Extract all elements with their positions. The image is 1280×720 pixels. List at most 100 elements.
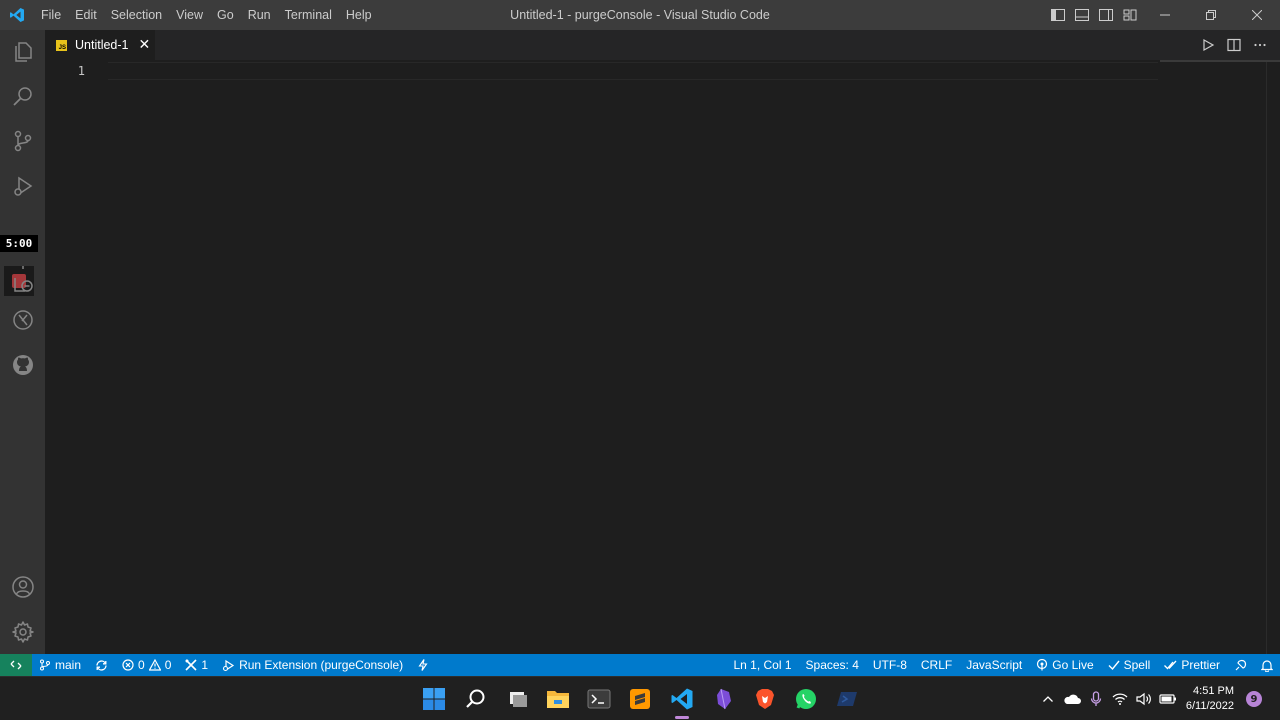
github-icon[interactable] — [0, 343, 45, 387]
sync-button[interactable] — [88, 654, 115, 676]
battery-icon[interactable] — [1156, 687, 1180, 711]
indentation[interactable]: Spaces: 4 — [799, 654, 866, 676]
obsidian-icon[interactable] — [709, 684, 739, 714]
title-bar: File Edit Selection View Go Run Terminal… — [0, 0, 1280, 30]
taskbar-search-icon[interactable] — [461, 684, 491, 714]
language-mode[interactable]: JavaScript — [959, 654, 1029, 676]
spell-label: Spell — [1123, 658, 1151, 672]
run-file-icon[interactable] — [1198, 35, 1218, 55]
javascript-file-icon: JS — [56, 39, 67, 51]
git-branch-icon — [40, 659, 50, 671]
menu-selection[interactable]: Selection — [104, 0, 169, 30]
bell-icon — [1261, 659, 1273, 672]
toggle-secondary-sidebar-icon[interactable] — [1096, 5, 1116, 25]
error-icon — [122, 659, 134, 671]
file-encoding[interactable]: UTF-8 — [866, 654, 914, 676]
menu-go[interactable]: Go — [210, 0, 241, 30]
settings-gear-icon[interactable] — [0, 610, 45, 654]
clock-date: 6/11/2022 — [1185, 700, 1234, 712]
remote-indicator-icon[interactable] — [0, 654, 32, 676]
timeline-icon[interactable] — [0, 298, 45, 342]
editor-tabs: JS Untitled-1 ✕ — [45, 30, 1280, 60]
brave-browser-icon[interactable] — [750, 684, 780, 714]
error-count: 0 — [138, 658, 145, 672]
system-clock[interactable]: 4:51 PM 6/11/2022 — [1186, 684, 1234, 714]
menu-bar: File Edit Selection View Go Run Terminal… — [34, 0, 379, 30]
clock-time: 4:51 PM — [1193, 685, 1234, 697]
editor-actions — [1198, 30, 1270, 60]
volume-icon[interactable] — [1132, 687, 1156, 711]
activity-bar: 5:00 — [0, 30, 45, 654]
tab-label: Untitled-1 — [75, 38, 129, 52]
powershell-icon[interactable] — [832, 684, 862, 714]
minimap-edge — [1160, 60, 1280, 62]
go-live-button[interactable]: Go Live — [1029, 654, 1100, 676]
warning-icon — [148, 659, 161, 671]
vscode-logo-icon[interactable] — [0, 0, 34, 30]
menu-run[interactable]: Run — [241, 0, 278, 30]
terminal-icon[interactable] — [584, 684, 614, 714]
notification-badge[interactable]: 9 — [1246, 691, 1262, 707]
toggle-panel-icon[interactable] — [1072, 5, 1092, 25]
restore-icon[interactable] — [1188, 0, 1234, 30]
run-extension-indicator[interactable]: Run Extension (purgeConsole) — [215, 654, 410, 676]
microphone-icon[interactable] — [1084, 687, 1108, 711]
go-live-label: Go Live — [1052, 658, 1094, 672]
more-actions-icon[interactable] — [1250, 35, 1270, 55]
problems-indicator[interactable]: 0 0 — [115, 654, 178, 676]
vscode-taskbar-icon[interactable] — [667, 684, 697, 714]
timer-badge: 5:00 — [0, 235, 38, 252]
prettier-label: Prettier — [1181, 658, 1220, 672]
spell-check-button[interactable]: Spell — [1101, 654, 1158, 676]
lightning-icon — [418, 659, 428, 671]
close-window-icon[interactable] — [1234, 0, 1280, 30]
explorer-icon[interactable] — [0, 30, 45, 74]
menu-help[interactable]: Help — [339, 0, 379, 30]
branch-indicator[interactable]: main — [32, 654, 88, 676]
wifi-icon[interactable] — [1108, 687, 1132, 711]
status-bar-right: Ln 1, Col 1 Spaces: 4 UTF-8 CRLF JavaScr… — [726, 654, 1280, 676]
task-view-icon[interactable] — [503, 684, 533, 714]
ports-count: 1 — [201, 658, 209, 672]
layout-controls — [1048, 0, 1140, 30]
end-of-line[interactable]: CRLF — [914, 654, 959, 676]
sync-icon — [96, 659, 107, 671]
tab-untitled-1[interactable]: JS Untitled-1 ✕ — [45, 30, 155, 60]
run-debug-icon[interactable] — [0, 164, 45, 208]
menu-file[interactable]: File — [34, 0, 68, 30]
window-controls — [1142, 0, 1280, 30]
whatsapp-icon[interactable] — [791, 684, 821, 714]
active-app-indicator — [675, 716, 689, 719]
tools-icon — [185, 659, 197, 671]
customize-layout-icon[interactable] — [1120, 5, 1140, 25]
prettier-button[interactable]: Prettier — [1157, 654, 1227, 676]
remote-explorer-icon[interactable] — [0, 256, 45, 300]
accounts-icon[interactable] — [0, 565, 45, 609]
file-explorer-icon[interactable] — [543, 684, 573, 714]
notifications-button[interactable] — [1254, 654, 1280, 676]
onedrive-icon[interactable] — [1060, 687, 1084, 711]
live-share-indicator[interactable] — [410, 654, 436, 676]
current-line-highlight[interactable] — [108, 62, 1158, 80]
minimize-icon[interactable] — [1142, 0, 1188, 30]
toggle-primary-sidebar-icon[interactable] — [1048, 5, 1068, 25]
menu-terminal[interactable]: Terminal — [278, 0, 339, 30]
search-icon[interactable] — [0, 74, 45, 118]
show-hidden-icons-icon[interactable] — [1036, 687, 1060, 711]
system-tray: 4:51 PM 6/11/2022 9 — [1036, 677, 1280, 720]
windows-start-icon[interactable] — [419, 684, 449, 714]
sublime-text-icon[interactable] — [625, 684, 655, 714]
cursor-position[interactable]: Ln 1, Col 1 — [726, 654, 798, 676]
vertical-scrollbar[interactable] — [1266, 62, 1280, 656]
menu-view[interactable]: View — [169, 0, 210, 30]
feedback-button[interactable] — [1227, 654, 1254, 676]
ports-indicator[interactable]: 1 — [178, 654, 215, 676]
split-editor-icon[interactable] — [1224, 35, 1244, 55]
menu-edit[interactable]: Edit — [68, 0, 104, 30]
close-tab-icon[interactable]: ✕ — [139, 37, 151, 53]
editor-area[interactable]: 1 — [45, 60, 1280, 656]
branch-name: main — [55, 658, 82, 672]
line-number: 1 — [77, 64, 85, 78]
broadcast-icon — [1037, 659, 1048, 671]
source-control-icon[interactable] — [0, 119, 45, 163]
